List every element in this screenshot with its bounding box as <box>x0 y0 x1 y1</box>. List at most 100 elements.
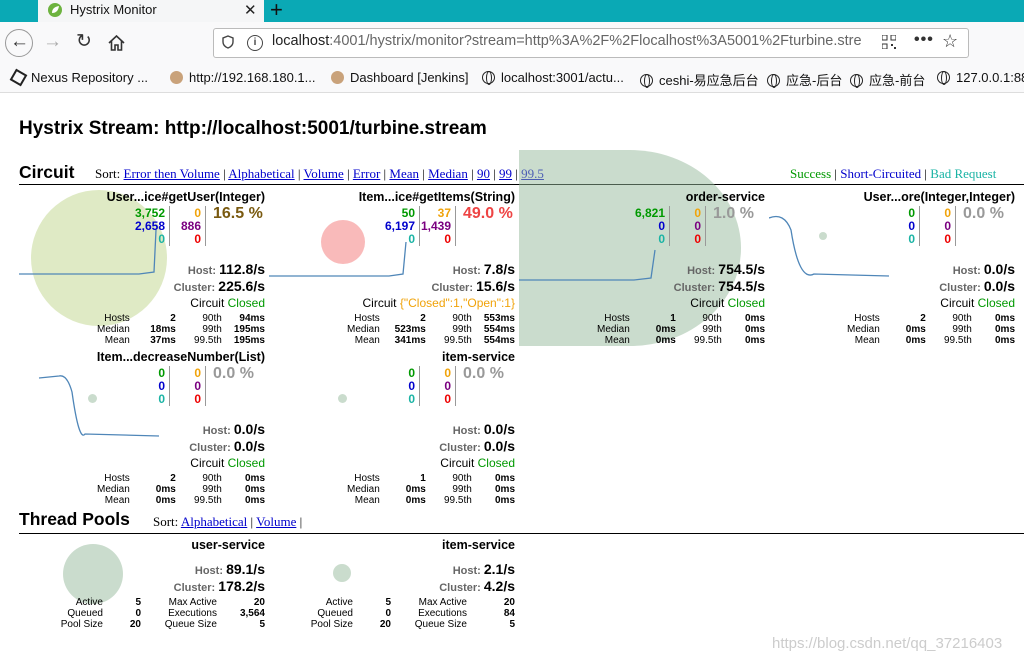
rejected-count: 0 <box>444 379 451 393</box>
cluster-rate: Cluster: 0.0/s <box>939 278 1015 294</box>
bookmark-item[interactable]: http://192.168.180.1... <box>170 70 316 85</box>
circuit-card: order-service 6,821 0 0 0 0 0 1.0 % Host… <box>519 150 769 350</box>
circuit-legend: Success | Short-Circuited | Bad Request <box>790 166 997 181</box>
tracking-shield-icon[interactable] <box>222 35 234 49</box>
divider <box>455 206 456 246</box>
bookmark-item[interactable]: ceshi-易应急后台 <box>640 70 759 89</box>
pool-cluster-rate: Cluster: 178.2/s <box>173 578 265 594</box>
success-count: 3,752 <box>134 206 165 220</box>
cluster-rate: Cluster: 225.6/s <box>173 278 265 294</box>
circuit-name: User...ore(Integer,Integer) <box>863 190 1015 204</box>
pool-bubble <box>63 544 123 604</box>
bookmark-item[interactable]: 127.0.0.1:88 <box>937 70 1024 85</box>
failure-count: 0 <box>694 232 701 246</box>
sort-error-volume-link[interactable]: Error then Volume <box>124 166 220 181</box>
pool-stats-table: Active 5 Max Active 20 Queued 0 Executions 3,5… <box>60 597 265 630</box>
short-circuited-count: 0 <box>658 219 665 233</box>
host-rate: Host: 754.5/s <box>687 261 765 277</box>
close-tab-icon[interactable]: ✕ <box>244 1 257 19</box>
divider <box>205 206 206 246</box>
host-rate: Host: 0.0/s <box>952 261 1015 277</box>
success-count: 0 <box>158 366 165 380</box>
circuit-heading: Circuit <box>19 162 75 182</box>
new-tab-icon[interactable]: + <box>270 0 283 23</box>
cluster-rate: Cluster: 15.6/s <box>431 278 515 294</box>
bookmark-star-icon[interactable]: ☆ <box>942 31 958 52</box>
qr-code-icon[interactable] <box>882 35 896 49</box>
rejected-count: 1,439 <box>420 219 451 233</box>
sort-99-link[interactable]: 99 <box>499 166 512 181</box>
sort-volume-link[interactable]: Volume <box>304 166 344 181</box>
page-title: Hystrix Stream: http://localhost:5001/tu… <box>19 118 487 139</box>
sort-mean-link[interactable]: Mean <box>389 166 419 181</box>
forward-icon[interactable]: → <box>43 32 62 52</box>
spring-leaf-icon <box>48 3 62 17</box>
jenkins-icon <box>170 71 183 84</box>
short-circuited-count: 2,658 <box>134 219 165 233</box>
failure-count: 0 <box>194 392 201 406</box>
browser-tab[interactable]: Hystrix Monitor ✕ <box>38 0 264 22</box>
host-rate: Host: 0.0/s <box>202 421 265 437</box>
latency-table: Hosts 2 90th 0ms Median 0ms 99th 0ms Mean 0ms 99… <box>847 313 1015 346</box>
circuit-status: Circuit Closed <box>440 456 515 470</box>
error-percentage: 1.0 % <box>713 205 754 222</box>
site-info-icon[interactable]: i <box>247 35 263 51</box>
circuit-status: Circuit {"Closed":1,"Open":1} <box>362 296 515 310</box>
bookmark-item[interactable]: 应急-前台 <box>850 70 925 89</box>
bookmark-item[interactable]: localhost:3001/actu... <box>482 70 624 85</box>
rejected-count: 0 <box>944 219 951 233</box>
error-percentage: 0.0 % <box>213 365 254 382</box>
jenkins-icon <box>331 71 344 84</box>
url-text[interactable]: localhost:4001/hystrix/monitor?stream=ht… <box>272 33 876 49</box>
bookmarks-toolbar: Nexus Repository ... http://192.168.180.… <box>0 64 1024 93</box>
failure-count: 0 <box>444 232 451 246</box>
timeout-count: 0 <box>194 206 201 220</box>
timeout-count: 37 <box>437 206 451 220</box>
page-actions-icon[interactable]: ••• <box>914 31 934 49</box>
address-bar[interactable]: i localhost:4001/hystrix/monitor?stream=… <box>213 28 969 58</box>
error-percentage: 16.5 % <box>213 205 263 222</box>
divider <box>455 366 456 406</box>
circuit-name: Item...decreaseNumber(List) <box>96 350 265 364</box>
sort-median-link[interactable]: Median <box>428 166 468 181</box>
threadpool-divider <box>19 533 1024 534</box>
globe-icon <box>767 74 780 88</box>
pool-sort-alphabetical-link[interactable]: Alphabetical <box>181 514 247 529</box>
bad-request-count: 0 <box>158 232 165 246</box>
cluster-rate: Cluster: 754.5/s <box>673 278 765 294</box>
bookmark-item[interactable]: Dashboard [Jenkins] <box>331 70 469 85</box>
home-icon[interactable] <box>108 35 125 51</box>
success-count: 6,821 <box>634 206 665 220</box>
success-count: 50 <box>401 206 415 220</box>
sort-label: Sort: <box>95 166 121 181</box>
pool-host-rate: Host: 89.1/s <box>194 561 265 577</box>
threadpool-card: item-service Host: 2.1/s Cluster: 4.2/s … <box>269 538 519 633</box>
sort-90-link[interactable]: 90 <box>477 166 490 181</box>
host-rate: Host: 112.8/s <box>187 261 265 277</box>
sort-error-link[interactable]: Error <box>353 166 380 181</box>
latency-table: Hosts 2 90th 0ms Median 0ms 99th 0ms Mean 0ms 99… <box>97 473 265 506</box>
sort-alphabetical-link[interactable]: Alphabetical <box>228 166 294 181</box>
circuit-status: Circuit Closed <box>940 296 1015 310</box>
short-circuited-count: 0 <box>908 219 915 233</box>
pool-name: user-service <box>191 538 265 552</box>
pool-sort-volume-link[interactable]: Volume <box>256 514 296 529</box>
bookmark-item[interactable]: 应急-后台 <box>767 70 842 89</box>
success-count: 0 <box>908 206 915 220</box>
timeout-count: 0 <box>944 206 951 220</box>
reload-icon[interactable]: ↻ <box>76 32 92 52</box>
bookmark-item[interactable]: Nexus Repository ... <box>9 68 148 87</box>
circuit-card: User...ore(Integer,Integer) 0 0 0 0 0 0 … <box>769 190 1019 350</box>
short-circuited-count: 0 <box>408 379 415 393</box>
threadpool-card: user-service Host: 89.1/s Cluster: 178.2… <box>19 538 269 633</box>
bad-request-count: 0 <box>908 232 915 246</box>
timeout-count: 0 <box>194 366 201 380</box>
watermark: https://blog.csdn.net/qq_37216403 <box>772 635 1003 652</box>
circuit-status: Circuit Closed <box>690 296 765 310</box>
timeout-count: 0 <box>444 366 451 380</box>
globe-icon <box>937 71 950 85</box>
legend-success: Success <box>790 166 832 181</box>
circuit-name: order-service <box>685 190 765 204</box>
sort-label: Sort: <box>153 514 179 529</box>
cluster-rate: Cluster: 0.0/s <box>189 438 265 454</box>
